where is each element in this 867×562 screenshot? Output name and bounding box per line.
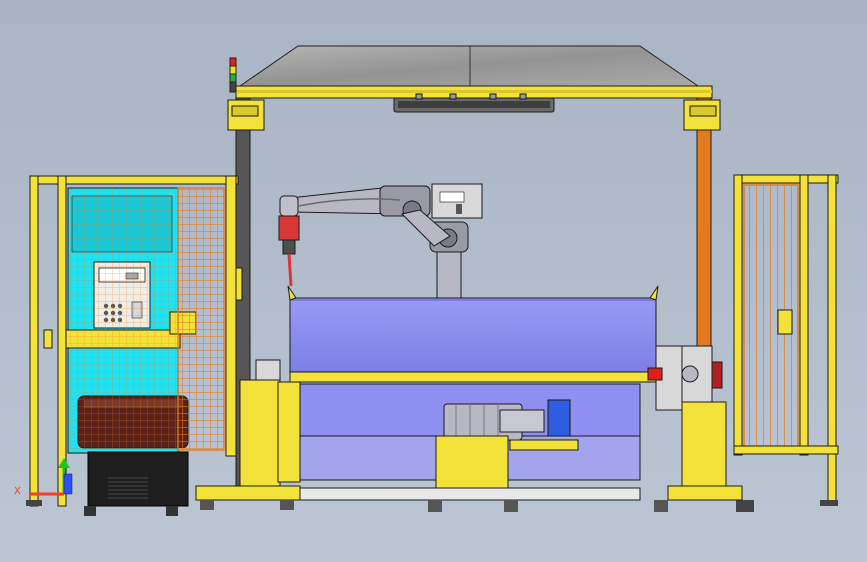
welding-robot xyxy=(278,183,483,301)
top-gantry-beam xyxy=(235,85,713,113)
right-guard-fence xyxy=(733,174,839,512)
triad-x-label: X xyxy=(14,486,21,497)
canopy-roof xyxy=(238,45,700,87)
positioner-fixture xyxy=(287,285,659,501)
left-guard-fence xyxy=(26,175,239,516)
leveling-feet xyxy=(200,500,668,512)
right-tailstock xyxy=(647,345,743,501)
cad-viewport[interactable]: X Y xyxy=(0,0,867,562)
robot-cell-drawing xyxy=(26,45,839,516)
signal-tower-icon xyxy=(229,57,237,93)
